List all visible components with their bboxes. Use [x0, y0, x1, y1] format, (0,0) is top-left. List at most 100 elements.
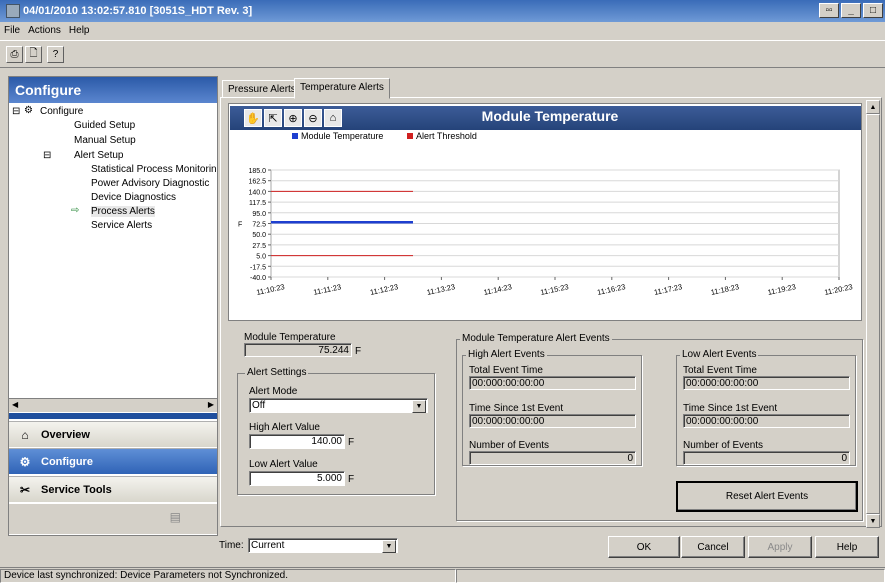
page-icon: ▤: [169, 510, 181, 524]
ok-button[interactable]: OK: [608, 536, 680, 558]
high-total-value: 00:000:00:00:00: [469, 376, 636, 390]
nav-footer: ▤: [9, 504, 217, 534]
tree-collapse-icon[interactable]: ⊟: [43, 150, 51, 161]
chevron-down-icon[interactable]: ▼: [412, 400, 426, 413]
toolbar: ⎙ 🗋 ?: [0, 40, 885, 68]
time-value: Current: [251, 540, 285, 551]
x-tick-label: 11:15:23: [540, 282, 570, 297]
tree-item-configure[interactable]: Configure: [40, 106, 83, 117]
chart-title: Module Temperature: [481, 108, 619, 124]
home-icon: ⌂: [21, 427, 29, 442]
apply-button[interactable]: Apply: [748, 536, 812, 558]
tab-pressure-alerts[interactable]: Pressure Alerts: [222, 80, 302, 98]
tree-collapse-icon[interactable]: ⊟: [12, 106, 20, 117]
chevron-down-icon[interactable]: ▼: [382, 540, 396, 553]
x-tick-label: 11:14:23: [483, 282, 513, 297]
minimize-icon[interactable]: _: [841, 3, 861, 18]
scroll-right-icon[interactable]: ▶: [208, 400, 214, 409]
time-select[interactable]: Current ▼: [248, 538, 398, 553]
status-panel: [456, 568, 885, 583]
home-icon[interactable]: ⌂: [324, 109, 342, 127]
status-text: Device last synchronized: Device Paramet…: [0, 568, 456, 583]
help-button[interactable]: Help: [815, 536, 879, 558]
low-events-title: Low Alert Events: [680, 349, 759, 360]
zoom-in-icon[interactable]: ⊕: [284, 109, 302, 127]
context-help-icon[interactable]: ?: [47, 46, 64, 63]
cancel-button[interactable]: Cancel: [681, 536, 745, 558]
tab-temperature-alerts[interactable]: Temperature Alerts: [294, 78, 390, 99]
y-tick-label: 185.0: [248, 168, 266, 175]
y-tick-label: -17.5: [250, 264, 266, 271]
alert-mode-value: Off: [252, 400, 266, 411]
maximize-icon[interactable]: □: [863, 3, 883, 18]
select-icon[interactable]: ⇱: [264, 109, 282, 127]
low-alert-label: Low Alert Value: [249, 459, 318, 470]
high-total-label: Total Event Time: [469, 365, 543, 376]
tree-item-alert-setup[interactable]: Alert Setup: [74, 150, 123, 161]
print-icon[interactable]: ⎙: [6, 46, 23, 63]
low-count-label: Number of Events: [683, 440, 764, 451]
high-since-label: Time Since 1st Event: [469, 403, 564, 414]
tree-item-guided-setup[interactable]: Guided Setup: [74, 120, 135, 131]
nav-service-tools[interactable]: ✂ Service Tools: [9, 476, 217, 502]
scroll-left-icon[interactable]: ◀: [12, 400, 18, 409]
low-total-value: 00:000:00:00:00: [683, 376, 850, 390]
y-axis-label: F: [238, 222, 242, 229]
y-tick-label: 117.5: [249, 200, 266, 207]
tree-item-manual-setup[interactable]: Manual Setup: [74, 135, 136, 146]
status-bar: Device last synchronized: Device Paramet…: [0, 567, 885, 583]
tree-view: ⊟ ⚙ Configure Guided Setup Manual Setup …: [10, 104, 216, 396]
high-count-label: Number of Events: [469, 440, 550, 451]
high-alert-input[interactable]: 140.00: [249, 434, 345, 449]
alert-events-title: Module Temperature Alert Events: [460, 333, 612, 344]
x-tick-label: 11:11:23: [313, 282, 342, 297]
tree-hscrollbar[interactable]: ◀ ▶: [9, 398, 217, 412]
arrow-right-icon: ⇨: [71, 205, 80, 216]
tree-item-process-alerts[interactable]: Process Alerts: [91, 206, 155, 217]
nav-overview[interactable]: ⌂ Overview: [9, 421, 217, 447]
y-tick-label: 72.5: [252, 222, 266, 229]
temperature-chart: 185.0 162.5 140.0 117.5 95.0 72.5 50.0 27.5 5.0 -…: [238, 168, 854, 297]
scroll-thumb[interactable]: [866, 114, 880, 514]
y-tick-label: 50.0: [252, 232, 266, 239]
y-tick-label: 27.5: [252, 243, 266, 250]
high-alert-unit: F: [348, 437, 355, 448]
menu-file[interactable]: File: [4, 25, 20, 36]
y-tick-label: 5.0: [256, 254, 266, 261]
print-preview-icon[interactable]: 🗋: [25, 46, 42, 63]
tree-item-power-advisory[interactable]: Power Advisory Diagnostic: [91, 178, 209, 189]
x-tick-label: 11:16:23: [596, 282, 626, 297]
nav-configure[interactable]: ⚙ Configure: [9, 448, 217, 474]
low-count-value: 0: [683, 451, 850, 465]
module-temp-label: Module Temperature: [244, 332, 336, 343]
alert-settings-title: Alert Settings: [245, 367, 309, 378]
scroll-up-icon[interactable]: ▲: [866, 100, 880, 114]
low-total-label: Total Event Time: [683, 365, 757, 376]
time-label: Time:: [219, 540, 244, 551]
tree-item-device-diagnostics[interactable]: Device Diagnostics: [91, 192, 176, 203]
low-alert-input[interactable]: 5.000: [249, 471, 345, 486]
zoom-out-icon[interactable]: ⊖: [304, 109, 322, 127]
pan-hand-icon[interactable]: ✋: [244, 109, 262, 127]
window-title: 04/01/2010 13:02:57.810 [3051S_HDT Rev. …: [23, 5, 253, 17]
x-tick-label: 11:20:23: [824, 282, 854, 297]
tree-item-service-alerts[interactable]: Service Alerts: [91, 220, 152, 231]
alert-mode-select[interactable]: Off ▼: [249, 398, 428, 413]
gear-icon: ⚙: [19, 454, 31, 469]
x-tick-label: 11:18:23: [710, 282, 740, 297]
high-since-value: 00:000:00:00:00: [469, 414, 636, 428]
y-tick-label: -40.0: [250, 275, 266, 282]
panel-vscrollbar[interactable]: ▲ ▼: [866, 100, 880, 528]
restore-icon[interactable]: ▫▫: [819, 3, 839, 18]
x-tick-label: 11:19:23: [767, 282, 797, 297]
low-since-value: 00:000:00:00:00: [683, 414, 850, 428]
menu-actions[interactable]: Actions: [28, 25, 61, 36]
tree-item-spm[interactable]: Statistical Process Monitoring: [91, 164, 216, 175]
gear-icon: ⚙: [24, 105, 33, 116]
reset-alert-events-button[interactable]: Reset Alert Events: [676, 481, 858, 512]
window-controls: ▫▫ _ □: [819, 3, 883, 18]
menu-help[interactable]: Help: [69, 25, 90, 36]
high-alert-label: High Alert Value: [249, 422, 320, 433]
splitter[interactable]: [9, 413, 217, 419]
scroll-down-icon[interactable]: ▼: [866, 514, 880, 528]
